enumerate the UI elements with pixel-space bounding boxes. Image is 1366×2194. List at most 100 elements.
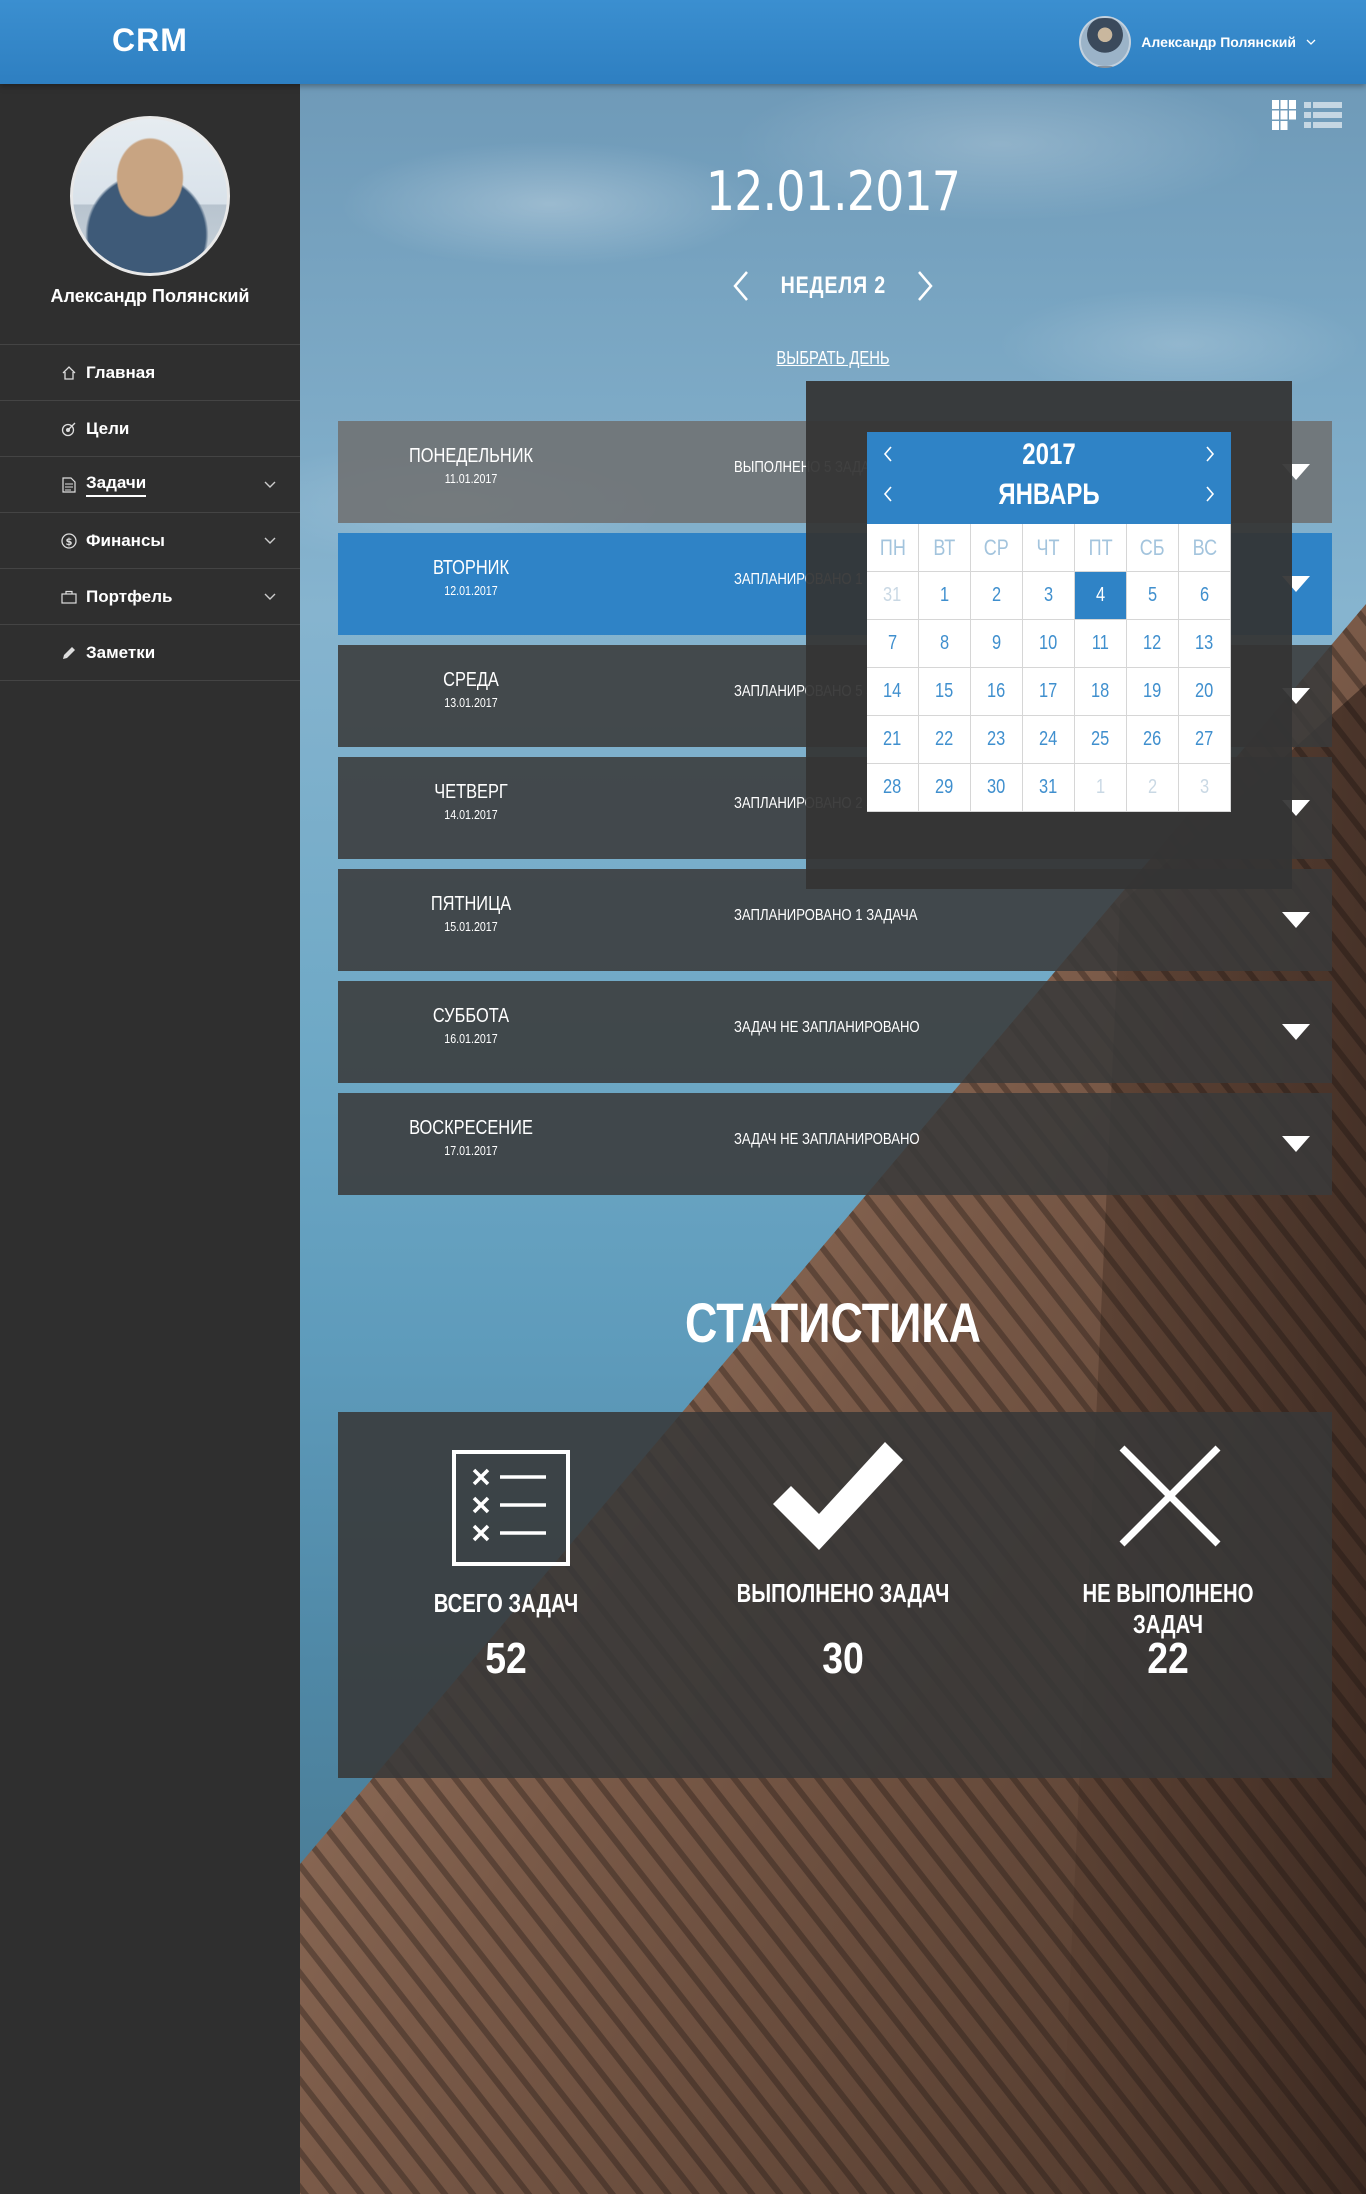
calendar-grid: ПН ВТ СР ЧТ ПТ СБ ВС 31 1 2 3 4 5 6 7 8 9 10 11 12 13 14 15 16 1…	[867, 524, 1231, 812]
calendar-day[interactable]: 11	[1075, 620, 1127, 668]
calendar-day[interactable]: 17	[1023, 668, 1075, 716]
calendar-day[interactable]: 12	[1127, 620, 1179, 668]
year-next-icon[interactable]	[1203, 444, 1217, 464]
calendar-weekday-label: ВТ	[933, 534, 956, 560]
week-navigation: НЕДЕЛЯ 2	[300, 266, 1366, 306]
calendar-day[interactable]: 9	[971, 620, 1023, 668]
calendar-day[interactable]: 25	[1075, 716, 1127, 764]
calendar-day[interactable]: 2	[971, 572, 1023, 620]
calendar-weekday-label: ЧТ	[1036, 534, 1061, 560]
year-prev-icon[interactable]	[881, 444, 895, 464]
sidebar-item-label: Заметки	[86, 642, 156, 662]
day-row-sunday[interactable]: ВОСКРЕСЕНИЕ 17.01.2017 ЗАДАЧ НЕ ЗАПЛАНИР…	[338, 1093, 1332, 1195]
calendar-day[interactable]: 16	[971, 668, 1023, 716]
calendar-day[interactable]: 14	[867, 668, 919, 716]
sidebar-item-goals[interactable]: Цели	[0, 401, 300, 457]
pick-day-link[interactable]: ВЫБРАТЬ ДЕНЬ	[776, 348, 889, 369]
calendar-day-label: 30	[987, 776, 1006, 798]
calendar-day[interactable]: 27	[1179, 716, 1231, 764]
sidebar-item-tasks[interactable]: Задачи	[0, 457, 300, 513]
calendar-day[interactable]: 2	[1127, 764, 1179, 812]
sidebar-item-portfolio[interactable]: Портфель	[0, 569, 300, 625]
pencil-icon	[60, 644, 78, 662]
calendar-weekday: СР	[971, 524, 1023, 572]
calendar-day[interactable]: 29	[919, 764, 971, 812]
app-logo[interactable]: CRM	[112, 22, 188, 59]
calendar-day[interactable]: 22	[919, 716, 971, 764]
calendar-day-label: 14	[883, 680, 902, 702]
sidebar-item-label: Финансы	[86, 530, 165, 550]
stat-label: ВСЕГО ЗАДАЧ	[433, 1588, 579, 1618]
calendar-day[interactable]: 19	[1127, 668, 1179, 716]
sidebar-nav: Главная Цели Задачи $ Финансы Портфель З…	[0, 344, 300, 681]
sidebar-item-label: Главная	[86, 362, 156, 382]
dollar-icon: $	[60, 532, 78, 550]
calendar-day-label: 3	[1043, 584, 1054, 606]
calendar-day[interactable]: 3	[1023, 572, 1075, 620]
day-row-saturday[interactable]: СУББОТА 16.01.2017 ЗАДАЧ НЕ ЗАПЛАНИРОВАН…	[338, 981, 1332, 1083]
month-next-icon[interactable]	[1203, 484, 1217, 504]
chevron-right-icon[interactable]	[915, 270, 935, 302]
calendar-day[interactable]: 1	[919, 572, 971, 620]
calendar-day-label: 21	[883, 728, 902, 750]
chevron-down-icon	[264, 537, 276, 544]
calendar-day-label: 10	[1039, 632, 1058, 654]
calendar-day[interactable]: 7	[867, 620, 919, 668]
stat-total: ВСЕГО ЗАДАЧ 52	[356, 1412, 656, 1778]
calendar-weekday: ЧТ	[1023, 524, 1075, 572]
calendar-weekday: ПТ	[1075, 524, 1127, 572]
calendar-day[interactable]: 1	[1075, 764, 1127, 812]
calendar-day[interactable]: 3	[1179, 764, 1231, 812]
day-date: 17.01.2017	[444, 1143, 498, 1158]
calendar-day[interactable]: 30	[971, 764, 1023, 812]
stats-panel: ВСЕГО ЗАДАЧ 52 ВЫПОЛНЕНО ЗАДАЧ 30 НЕ ВЫП…	[338, 1412, 1332, 1778]
user-menu[interactable]: Александр Полянский	[1079, 16, 1316, 68]
calendar-day-label: 7	[887, 632, 898, 654]
sidebar-item-home[interactable]: Главная	[0, 345, 300, 401]
chevron-left-icon[interactable]	[731, 270, 751, 302]
sidebar-item-label: Портфель	[86, 586, 173, 606]
month-prev-icon[interactable]	[881, 484, 895, 504]
calendar-day-label: 31	[883, 584, 902, 606]
calendar-day[interactable]: 8	[919, 620, 971, 668]
calendar-day-selected[interactable]: 4	[1075, 572, 1127, 620]
calendar-day[interactable]: 24	[1023, 716, 1075, 764]
day-name: ПОНЕДЕЛЬНИК	[408, 445, 534, 467]
calendar-day[interactable]: 23	[971, 716, 1023, 764]
calendar-day-label: 1	[939, 584, 950, 606]
calendar-day[interactable]: 20	[1179, 668, 1231, 716]
caret-down-icon[interactable]	[1282, 1136, 1310, 1152]
day-name: ВТОРНИК	[432, 557, 510, 579]
calendar-day[interactable]: 31	[867, 572, 919, 620]
calendar-day-label: 19	[1143, 680, 1162, 702]
user-name: Александр Полянский	[1141, 34, 1296, 50]
calendar-day[interactable]: 15	[919, 668, 971, 716]
day-date: 16.01.2017	[444, 1031, 498, 1046]
checklist-icon	[452, 1450, 570, 1566]
week-label: НЕДЕЛЯ 2	[780, 272, 886, 299]
calendar-day-label: 5	[1147, 584, 1158, 606]
calendar-day[interactable]: 28	[867, 764, 919, 812]
calendar-weekday: СБ	[1127, 524, 1179, 572]
calendar-weekday-label: СБ	[1140, 534, 1165, 560]
calendar-day[interactable]: 21	[867, 716, 919, 764]
calendar-day[interactable]: 26	[1127, 716, 1179, 764]
grid-view-icon[interactable]	[1272, 100, 1296, 130]
caret-down-icon[interactable]	[1282, 1024, 1310, 1040]
calendar-day-label: 2	[1147, 776, 1158, 798]
caret-down-icon[interactable]	[1282, 912, 1310, 928]
calendar-day[interactable]: 31	[1023, 764, 1075, 812]
calendar-day-label: 18	[1091, 680, 1110, 702]
calendar-day[interactable]: 13	[1179, 620, 1231, 668]
sidebar-item-notes[interactable]: Заметки	[0, 625, 300, 681]
calendar-day[interactable]: 10	[1023, 620, 1075, 668]
stat-value: 30	[822, 1634, 864, 1683]
calendar-day-label: 25	[1091, 728, 1110, 750]
list-view-icon[interactable]	[1304, 100, 1342, 130]
day-date: 11.01.2017	[444, 471, 498, 486]
calendar-day[interactable]: 6	[1179, 572, 1231, 620]
profile-avatar	[70, 116, 230, 276]
calendar-day[interactable]: 18	[1075, 668, 1127, 716]
calendar-day[interactable]: 5	[1127, 572, 1179, 620]
sidebar-item-finance[interactable]: $ Финансы	[0, 513, 300, 569]
